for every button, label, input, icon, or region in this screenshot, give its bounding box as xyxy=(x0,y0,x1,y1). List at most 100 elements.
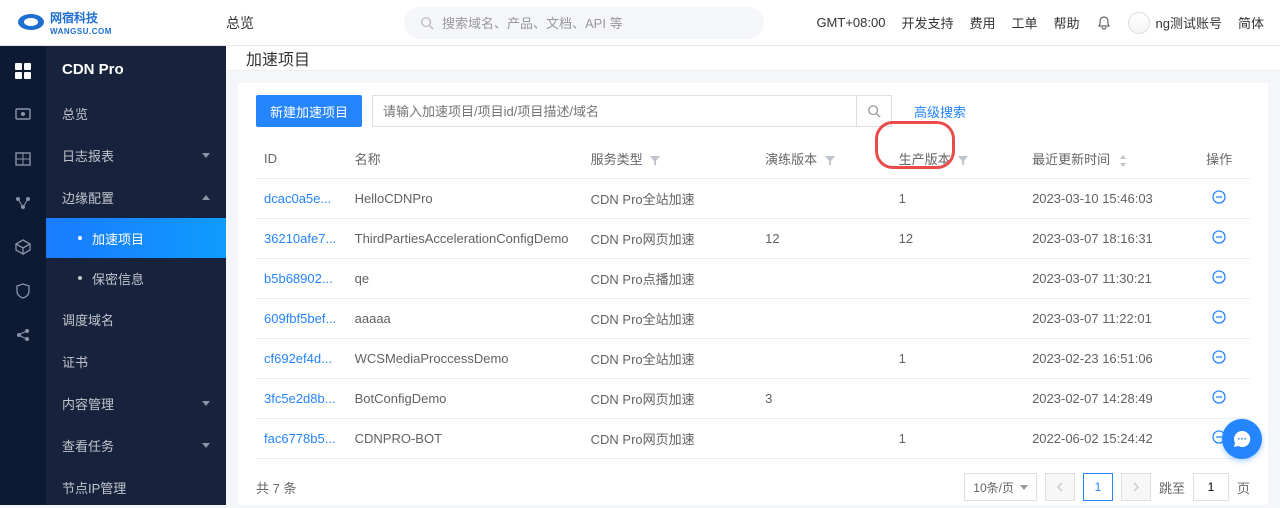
row-updated: 2023-03-07 18:16:31 xyxy=(1024,219,1188,259)
sidebar-item-domain[interactable]: 调度域名 xyxy=(46,298,226,340)
projects-table: ID 名称 服务类型 演练版本 生产版本 xyxy=(256,139,1250,459)
global-search-placeholder: 搜索域名、产品、文档、API 等 xyxy=(442,13,623,32)
chevron-down-icon xyxy=(202,401,210,406)
row-id-link[interactable]: fac6778b5... xyxy=(264,431,336,446)
sidebar-sub-accel[interactable]: 加速项目 xyxy=(46,218,226,258)
jump-input[interactable] xyxy=(1193,473,1229,501)
new-project-button[interactable]: 新建加速项目 xyxy=(256,95,362,127)
advanced-search-link[interactable]: 高级搜索 xyxy=(914,102,966,121)
chevron-left-icon xyxy=(1056,482,1064,492)
panel: 新建加速项目 高级搜索 ID 名称 服务类型 xyxy=(238,83,1268,505)
search-input[interactable] xyxy=(372,95,856,127)
remove-icon[interactable] xyxy=(1212,390,1226,404)
rail-table-icon[interactable] xyxy=(12,148,34,170)
row-id-link[interactable]: 36210afe7... xyxy=(264,231,336,246)
col-production[interactable]: 生产版本 xyxy=(891,139,1024,179)
row-id-link[interactable]: cf692ef4d... xyxy=(264,351,332,366)
table-row: 3fc5e2d8b...BotConfigDemoCDN Pro网页加速3202… xyxy=(256,379,1250,419)
table-footer: 共 7 条 10条/页 1 跳至 页 xyxy=(256,459,1250,505)
user-menu[interactable]: ng测试账号 xyxy=(1128,12,1222,34)
col-staging[interactable]: 演练版本 xyxy=(757,139,890,179)
search-icon xyxy=(420,16,434,30)
tab-overview[interactable]: 总览 xyxy=(206,0,274,46)
main: 加速项目 新建加速项目 高级搜索 ID 名称 xyxy=(226,46,1280,505)
remove-icon[interactable] xyxy=(1212,190,1226,204)
sidebar-item-edge[interactable]: 边缘配置 xyxy=(46,176,226,218)
layout: CDN Pro 总览 日志报表 边缘配置 加速项目 保密信息 调度域名 证书 内… xyxy=(0,46,1280,505)
row-name: HelloCDNPro xyxy=(347,179,583,219)
sidebar-item-label: 保密信息 xyxy=(92,269,144,288)
row-id-link[interactable]: 3fc5e2d8b... xyxy=(264,391,336,406)
sidebar-item-content[interactable]: 内容管理 xyxy=(46,382,226,424)
col-type[interactable]: 服务类型 xyxy=(583,139,758,179)
row-updated: 2023-02-07 14:28:49 xyxy=(1024,379,1188,419)
global-search[interactable]: 搜索域名、产品、文档、API 等 xyxy=(404,7,764,39)
remove-icon[interactable] xyxy=(1212,270,1226,284)
row-updated: 2022-06-02 15:24:42 xyxy=(1024,419,1188,459)
page-size-label: 10条/页 xyxy=(973,479,1014,496)
nav-dev-support[interactable]: 开发支持 xyxy=(901,13,953,32)
sidebar-item-label: 节点IP管理 xyxy=(62,478,126,497)
page-next-button[interactable] xyxy=(1121,473,1151,501)
sidebar-item-cert[interactable]: 证书 xyxy=(46,340,226,382)
chat-icon xyxy=(1232,429,1252,449)
remove-icon[interactable] xyxy=(1212,350,1226,364)
row-id-link[interactable]: 609fbf5bef... xyxy=(264,311,336,326)
sidebar-item-ip[interactable]: 节点IP管理 xyxy=(46,466,226,508)
page-1-button[interactable]: 1 xyxy=(1083,473,1113,501)
nav-ticket[interactable]: 工单 xyxy=(1011,13,1037,32)
sidebar-item-log[interactable]: 日志报表 xyxy=(46,134,226,176)
search-button[interactable] xyxy=(856,95,892,127)
page-prev-button[interactable] xyxy=(1045,473,1075,501)
row-type: CDN Pro网页加速 xyxy=(583,379,758,419)
logo[interactable]: 网宿科技 WANGSU.COM xyxy=(16,8,146,38)
breadcrumb: 加速项目 xyxy=(226,46,1280,71)
page-size-select[interactable]: 10条/页 xyxy=(964,473,1037,501)
chevron-down-icon xyxy=(202,443,210,448)
sidebar-sub-secret[interactable]: 保密信息 xyxy=(46,258,226,298)
row-type: CDN Pro网页加速 xyxy=(583,219,758,259)
bell-icon[interactable] xyxy=(1096,15,1112,31)
row-production: 1 xyxy=(891,419,1024,459)
row-updated: 2023-02-23 16:51:06 xyxy=(1024,339,1188,379)
col-updated[interactable]: 最近更新时间 xyxy=(1024,139,1188,179)
row-id-link[interactable]: b5b68902... xyxy=(264,271,333,286)
row-production xyxy=(891,379,1024,419)
row-updated: 2023-03-10 15:46:03 xyxy=(1024,179,1188,219)
rail-share-icon[interactable] xyxy=(12,324,34,346)
col-label: 生产版本 xyxy=(899,152,951,167)
rail-shield-icon[interactable] xyxy=(12,280,34,302)
row-type: CDN Pro点播加速 xyxy=(583,259,758,299)
rail-cube-icon[interactable] xyxy=(12,236,34,258)
remove-icon[interactable] xyxy=(1212,310,1226,324)
row-staging xyxy=(757,259,890,299)
col-op: 操作 xyxy=(1188,139,1250,179)
sidebar-title: CDN Pro xyxy=(46,46,226,92)
rail-monitor-icon[interactable] xyxy=(12,104,34,126)
row-name: ThirdPartiesAccelerationConfigDemo xyxy=(347,219,583,259)
rail-nodes-icon[interactable] xyxy=(12,192,34,214)
row-id-link[interactable]: dcac0a5e... xyxy=(264,191,331,206)
col-label: 演练版本 xyxy=(765,152,817,167)
sidebar-item-tasks[interactable]: 查看任务 xyxy=(46,424,226,466)
rail-apps-icon[interactable] xyxy=(12,60,34,82)
sidebar-item-overview[interactable]: 总览 xyxy=(46,92,226,134)
sidebar-item-label: 证书 xyxy=(62,352,88,371)
col-label: 最近更新时间 xyxy=(1032,152,1110,167)
timezone[interactable]: GMT+08:00 xyxy=(816,15,885,30)
row-name: WCSMediaProccessDemo xyxy=(347,339,583,379)
row-production: 1 xyxy=(891,339,1024,379)
filter-icon xyxy=(958,156,968,166)
sidebar-item-label: 日志报表 xyxy=(62,146,114,165)
row-production xyxy=(891,299,1024,339)
table-row: dcac0a5e...HelloCDNProCDN Pro全站加速12023-0… xyxy=(256,179,1250,219)
lang-switch[interactable]: 简体 xyxy=(1238,13,1264,32)
jump-suffix: 页 xyxy=(1237,478,1250,497)
remove-icon[interactable] xyxy=(1212,230,1226,244)
nav-fee[interactable]: 费用 xyxy=(969,13,995,32)
jump-label: 跳至 xyxy=(1159,478,1185,497)
row-type: CDN Pro全站加速 xyxy=(583,339,758,379)
nav-help[interactable]: 帮助 xyxy=(1054,13,1080,32)
row-name: BotConfigDemo xyxy=(347,379,583,419)
chat-button[interactable] xyxy=(1222,419,1262,459)
